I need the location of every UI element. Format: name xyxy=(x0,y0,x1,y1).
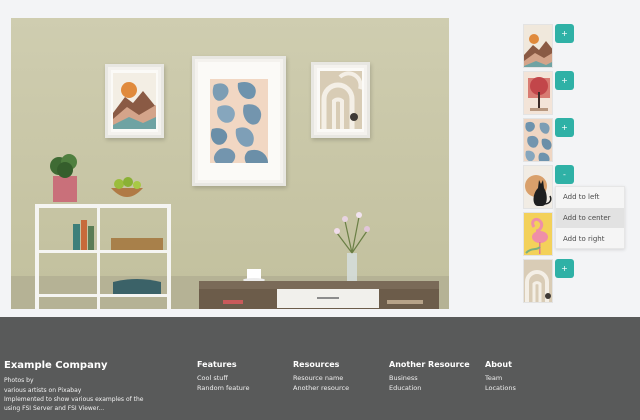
frame-center[interactable] xyxy=(192,56,286,186)
mountain-art-thumbnail[interactable] xyxy=(523,24,553,68)
add-button[interactable]: + xyxy=(555,259,574,278)
tree-art-thumbnail[interactable] xyxy=(523,71,553,115)
footer-description-line: Implemented to show various examples of … xyxy=(4,396,144,403)
main-content: + + + - + Add to left Add to center Add … xyxy=(0,0,640,317)
footer-link[interactable]: Education xyxy=(389,384,421,392)
frame-left[interactable] xyxy=(105,64,164,138)
add-button[interactable]: + xyxy=(555,24,574,43)
menu-item-add-center[interactable]: Add to center xyxy=(556,208,624,228)
footer-column-title: About xyxy=(485,360,512,369)
thumbnail-row: + xyxy=(523,24,575,68)
footer-link[interactable]: Team xyxy=(485,374,502,382)
remove-button[interactable]: - xyxy=(555,165,574,184)
footer-link[interactable]: Cool stuff xyxy=(197,374,228,382)
leaf-pattern-art xyxy=(210,79,268,163)
page: + + + - + Add to left Add to center Add … xyxy=(0,0,640,420)
thumbnail-row: + xyxy=(523,259,575,303)
footer-link[interactable]: Random feature xyxy=(197,384,249,392)
leaf-pattern-thumbnail[interactable] xyxy=(523,118,553,162)
footer-link[interactable]: Business xyxy=(389,374,418,382)
arches-art-thumbnail[interactable] xyxy=(523,259,553,303)
footer-column-title: Another Resource xyxy=(389,360,470,369)
frame-right[interactable] xyxy=(311,62,370,138)
footer-description-line: various artists on Pixabay xyxy=(4,387,82,394)
thumbnail-list: + + + - + xyxy=(523,24,575,309)
menu-item-add-left[interactable]: Add to left xyxy=(556,187,624,207)
footer-description-line: Photos by xyxy=(4,377,34,384)
footer-link[interactable]: Locations xyxy=(485,384,516,392)
footer-link[interactable]: Another resource xyxy=(293,384,349,392)
footer: Example Company Photos by various artist… xyxy=(0,317,640,420)
thumbnail-row: + xyxy=(523,118,575,162)
thumbnail-row: + xyxy=(523,71,575,115)
footer-link[interactable]: Resource name xyxy=(293,374,343,382)
flamingo-art-thumbnail[interactable] xyxy=(523,212,553,256)
placement-menu: Add to left Add to center Add to right xyxy=(555,186,625,249)
room-scene-image xyxy=(11,18,449,309)
company-name: Example Company xyxy=(4,360,108,371)
footer-column-title: Resources xyxy=(293,360,340,369)
menu-item-add-right[interactable]: Add to right xyxy=(556,229,624,249)
shelf-unit xyxy=(35,154,171,309)
mountain-art xyxy=(113,73,156,129)
desk xyxy=(199,212,439,309)
cat-art-thumbnail[interactable] xyxy=(523,165,553,209)
arches-art xyxy=(320,71,362,129)
add-button[interactable]: + xyxy=(555,118,574,137)
footer-description-line: using FSI Server and FSI Viewer... xyxy=(4,405,105,412)
add-button[interactable]: + xyxy=(555,71,574,90)
footer-column-title: Features xyxy=(197,360,237,369)
